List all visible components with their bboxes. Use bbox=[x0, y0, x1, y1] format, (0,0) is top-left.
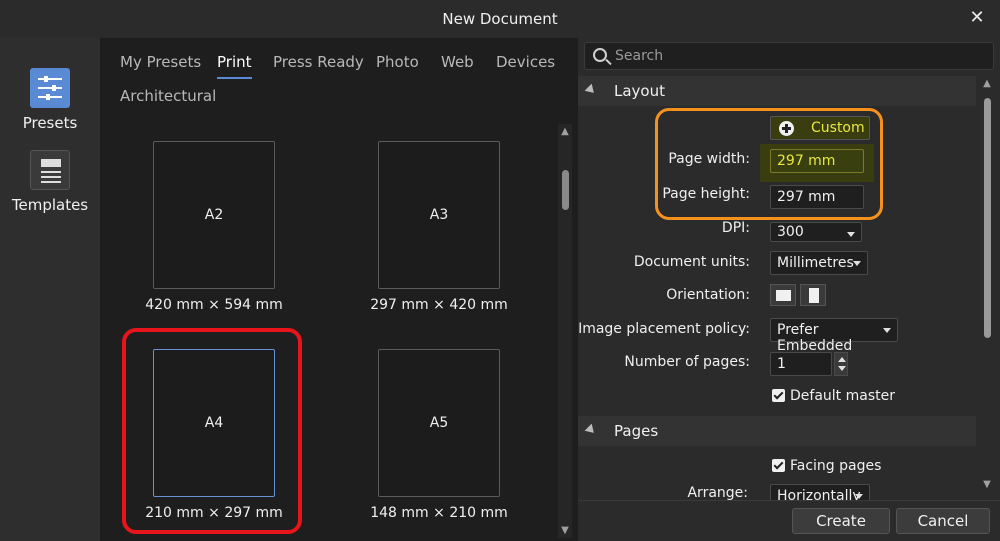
document-units-dropdown[interactable]: Millimetres bbox=[770, 251, 868, 275]
tab-architectural[interactable]: Architectural bbox=[120, 87, 216, 105]
arrange-dropdown[interactable]: Horizontally bbox=[770, 484, 870, 500]
scroll-up-icon[interactable]: ▲ bbox=[558, 126, 572, 137]
pages-stepper-icon[interactable] bbox=[834, 352, 848, 376]
image-placement-dropdown[interactable]: Prefer Embedded bbox=[770, 318, 898, 354]
tab-photo[interactable]: Photo bbox=[376, 53, 419, 71]
preset-name: A4 bbox=[204, 415, 224, 431]
preset-name: A5 bbox=[429, 415, 449, 431]
layout-section-header[interactable]: Layout bbox=[578, 76, 976, 106]
presets-nav-label: Presets bbox=[22, 114, 78, 132]
search-box[interactable] bbox=[584, 42, 994, 70]
document-units-label: Document units: bbox=[633, 254, 750, 270]
number-of-pages-label: Number of pages: bbox=[624, 354, 750, 370]
tab-devices[interactable]: Devices bbox=[496, 53, 555, 71]
title-bar: New Document ✕ bbox=[0, 0, 1000, 38]
close-icon[interactable]: ✕ bbox=[966, 7, 988, 29]
pages-section-title: Pages bbox=[614, 422, 659, 440]
properties-panel: Layout Custom Page width: 297 mm Page he… bbox=[578, 38, 1000, 541]
default-master-label: Default master bbox=[790, 388, 895, 404]
preset-a5[interactable]: A5 148 mm × 210 mm bbox=[370, 349, 508, 529]
scroll-down-icon[interactable]: ▼ bbox=[980, 479, 994, 490]
chevron-down-icon bbox=[853, 261, 861, 266]
templates-nav-button[interactable]: Templates bbox=[0, 150, 100, 214]
facing-pages-checkbox[interactable] bbox=[772, 459, 785, 472]
landscape-orientation-button[interactable] bbox=[770, 284, 796, 306]
chevron-down-icon bbox=[847, 232, 855, 237]
sliders-icon bbox=[30, 68, 70, 108]
preset-page-thumbnail: A3 bbox=[378, 141, 500, 289]
custom-size-highlight-box bbox=[655, 108, 883, 220]
chevron-down-icon bbox=[883, 328, 891, 333]
dpi-combo[interactable]: 300 bbox=[770, 222, 862, 242]
document-icon bbox=[30, 150, 70, 190]
preset-a2[interactable]: A2 420 mm × 594 mm bbox=[145, 141, 283, 321]
facing-pages-label: Facing pages bbox=[790, 458, 882, 474]
preset-dimensions: 420 mm × 594 mm bbox=[145, 297, 283, 313]
window-title: New Document bbox=[442, 10, 558, 28]
search-input[interactable] bbox=[615, 46, 985, 66]
properties-scrollbar[interactable]: ▲ ▼ bbox=[980, 76, 994, 492]
arrange-row-clip: Arrange: Horizontally bbox=[578, 478, 976, 500]
preset-page-thumbnail: A2 bbox=[153, 141, 275, 289]
landscape-page-icon bbox=[776, 290, 791, 301]
tab-web[interactable]: Web bbox=[441, 53, 474, 71]
portrait-page-icon bbox=[809, 288, 819, 303]
presets-nav-button[interactable]: Presets bbox=[0, 68, 100, 132]
arrange-value: Horizontally bbox=[777, 488, 861, 500]
dialog-footer: Create Cancel bbox=[578, 500, 1000, 541]
portrait-orientation-button[interactable] bbox=[800, 284, 826, 306]
preset-dimensions: 148 mm × 210 mm bbox=[370, 505, 508, 521]
scroll-thumb[interactable] bbox=[984, 98, 991, 338]
create-button[interactable]: Create bbox=[792, 508, 890, 534]
scroll-thumb[interactable] bbox=[562, 170, 569, 210]
search-icon bbox=[593, 48, 607, 62]
preset-page-thumbnail: A5 bbox=[378, 349, 500, 497]
number-of-pages-field[interactable]: 1 bbox=[770, 352, 832, 376]
collapse-triangle-icon bbox=[584, 83, 598, 97]
presets-scrollbar[interactable]: ▲ ▼ bbox=[558, 124, 572, 538]
image-placement-value: Prefer Embedded bbox=[777, 322, 853, 354]
tab-my-presets[interactable]: My Presets bbox=[120, 53, 201, 71]
preset-page-thumbnail: A4 bbox=[153, 349, 275, 497]
preset-a4[interactable]: A4 210 mm × 297 mm bbox=[145, 349, 283, 529]
arrange-label: Arrange: bbox=[687, 485, 748, 500]
templates-nav-label: Templates bbox=[11, 196, 89, 214]
tab-press-ready[interactable]: Press Ready bbox=[273, 53, 364, 71]
preset-name: A2 bbox=[204, 207, 224, 223]
document-units-value: Millimetres bbox=[777, 255, 854, 271]
cancel-button[interactable]: Cancel bbox=[896, 508, 990, 534]
chevron-down-icon bbox=[855, 494, 863, 499]
category-tabs: My Presets Print Press Ready Photo Web D… bbox=[100, 38, 578, 118]
preset-name: A3 bbox=[429, 207, 449, 223]
left-sidebar: Presets Templates bbox=[0, 38, 100, 541]
scroll-up-icon[interactable]: ▲ bbox=[980, 78, 994, 89]
orientation-label: Orientation: bbox=[666, 287, 750, 303]
image-placement-label: Image placement policy: bbox=[578, 321, 750, 337]
dpi-value: 300 bbox=[777, 224, 804, 240]
collapse-triangle-icon bbox=[584, 423, 598, 437]
default-master-checkbox[interactable] bbox=[772, 389, 785, 402]
scroll-down-icon[interactable]: ▼ bbox=[558, 525, 572, 536]
preset-dimensions: 210 mm × 297 mm bbox=[145, 505, 283, 521]
preset-dimensions: 297 mm × 420 mm bbox=[370, 297, 508, 313]
presets-panel: My Presets Print Press Ready Photo Web D… bbox=[100, 38, 578, 541]
dpi-label: DPI: bbox=[721, 220, 750, 236]
layout-section-title: Layout bbox=[614, 82, 665, 100]
preset-a3[interactable]: A3 297 mm × 420 mm bbox=[370, 141, 508, 321]
pages-section-header[interactable]: Pages bbox=[578, 416, 976, 446]
tab-print[interactable]: Print bbox=[217, 53, 252, 79]
